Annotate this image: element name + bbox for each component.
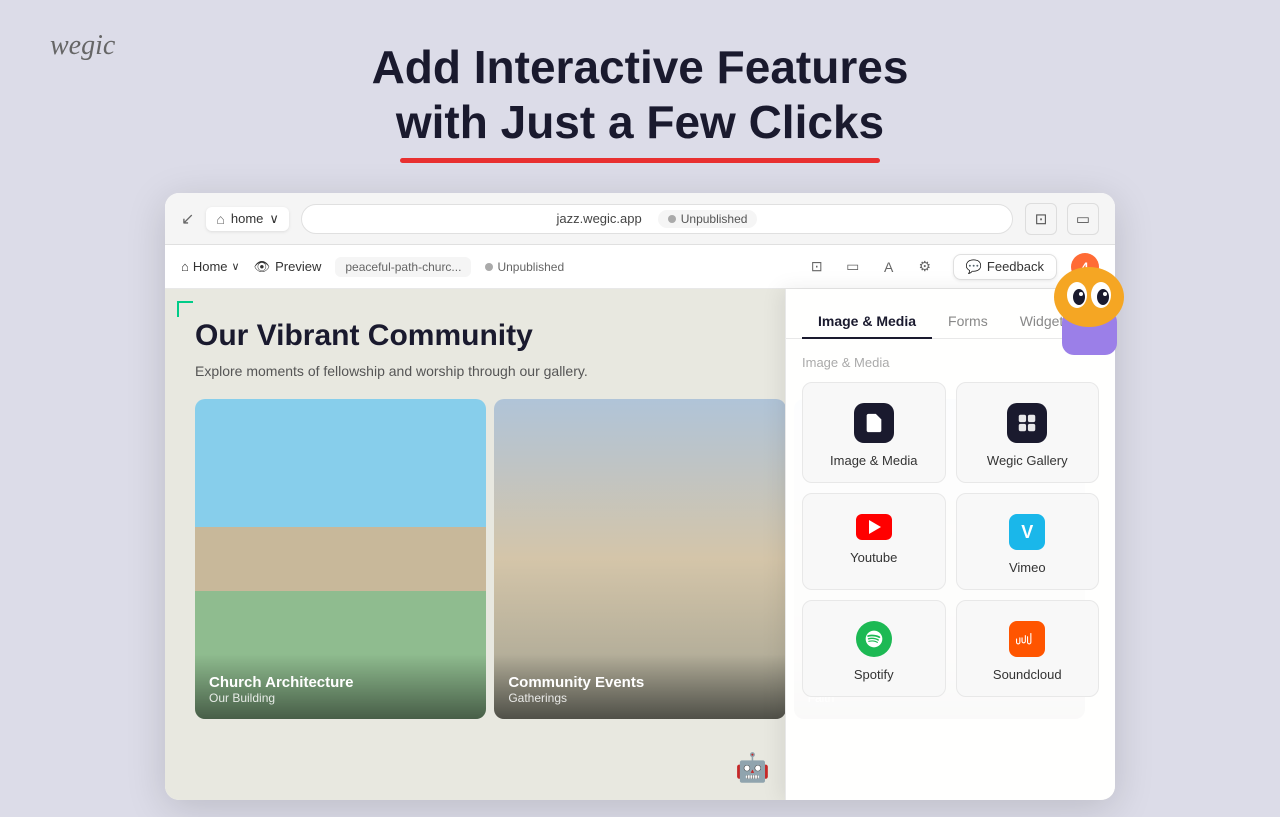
gallery-item-1-title: Church Architecture: [209, 674, 472, 691]
home-icon: ⌂: [216, 211, 224, 227]
mascot-character: [1042, 255, 1132, 360]
inner-font-icon[interactable]: A: [875, 253, 903, 281]
gallery-item-2[interactable]: Community Events Gatherings: [494, 399, 785, 719]
panel-tab-forms[interactable]: Forms: [932, 305, 1004, 339]
browser-tab-chevron: ∨: [269, 211, 279, 227]
panel-overlay: Image & Media Forms Widget Image & Media: [785, 289, 1115, 800]
inner-toolbar: ⌂ Home ∨ 👁 Preview peaceful-path-churc..…: [165, 245, 1115, 289]
hero-line1: Add Interactive Features: [372, 41, 909, 93]
gallery-item-1[interactable]: Church Architecture Our Building: [195, 399, 486, 719]
mascot-bottom-emoji: 🤖: [735, 751, 770, 784]
gallery-item-1-overlay: Church Architecture Our Building: [195, 654, 486, 719]
selection-handle-tl: [177, 301, 193, 317]
page-background: wegic Add Interactive Features with Just…: [0, 0, 1280, 817]
panel-item-wegic-gallery[interactable]: Wegic Gallery: [956, 382, 1100, 483]
panel-item-image-media[interactable]: Image & Media: [802, 382, 946, 483]
browser-tab-home[interactable]: ⌂ home ∨: [206, 207, 289, 231]
gallery-item-2-subtitle: Gatherings: [508, 691, 771, 705]
spotify-icon: [856, 621, 892, 657]
gallery-item-1-subtitle: Our Building: [209, 691, 472, 705]
inner-url-display: peaceful-path-churc...: [335, 257, 471, 277]
browser-mockup: ↙ ⌂ home ∨ jazz.wegic.app Unpublished ⊡ …: [165, 193, 1115, 800]
panel-item-vimeo[interactable]: V Vimeo: [956, 493, 1100, 590]
browser-url-text: jazz.wegic.app: [556, 211, 641, 226]
inner-settings-icon[interactable]: ⚙: [911, 253, 939, 281]
unpublished-label: Unpublished: [681, 212, 748, 226]
panel-item-vimeo-label: Vimeo: [1009, 560, 1046, 575]
hero-line2: with Just a Few Clicks: [396, 96, 884, 148]
browser-tab-home-label: home: [231, 211, 264, 226]
hero-heading: Add Interactive Features with Just a Few…: [372, 40, 909, 163]
panel-item-youtube[interactable]: Youtube: [802, 493, 946, 590]
browser-back-icon[interactable]: ↙: [181, 209, 194, 229]
browser-icons: ⊡ ▭: [1025, 203, 1099, 235]
panel-item-spotify-label: Spotify: [854, 667, 894, 682]
mobile-view-button[interactable]: ▭: [1067, 203, 1099, 235]
wegic-gallery-icon: [1007, 403, 1047, 443]
inner-mobile-icon[interactable]: ▭: [839, 253, 867, 281]
panel-tab-image-media[interactable]: Image & Media: [802, 305, 932, 339]
inner-preview-label: Preview: [275, 259, 321, 274]
inner-unpublished-label: Unpublished: [497, 260, 564, 274]
preview-eye-icon: 👁: [254, 259, 271, 275]
heading-underline: [400, 158, 880, 163]
image-media-icon: [854, 403, 894, 443]
inner-desktop-icon[interactable]: ⊡: [803, 253, 831, 281]
unpublished-dot: [668, 215, 676, 223]
panel-item-image-media-label: Image & Media: [830, 453, 917, 468]
inner-home-chevron: ∨: [232, 260, 240, 273]
desktop-view-button[interactable]: ⊡: [1025, 203, 1057, 235]
inner-home-label: Home: [193, 259, 228, 274]
panel-item-wegic-gallery-label: Wegic Gallery: [987, 453, 1068, 468]
editor-area: ⌂ Home ∨ 👁 Preview peaceful-path-churc..…: [165, 245, 1115, 800]
browser-url-bar[interactable]: jazz.wegic.app Unpublished: [301, 204, 1013, 234]
gallery-item-2-overlay: Community Events Gatherings: [494, 654, 785, 719]
feedback-icon: 💬: [966, 259, 982, 275]
panel-item-spotify[interactable]: Spotify: [802, 600, 946, 697]
browser-chrome: ↙ ⌂ home ∨ jazz.wegic.app Unpublished ⊡ …: [165, 193, 1115, 245]
inner-unpublished-dot: [485, 263, 493, 271]
panel-item-soundcloud[interactable]: Soundcloud: [956, 600, 1100, 697]
unpublished-badge: Unpublished: [658, 210, 758, 228]
soundcloud-icon: [1009, 621, 1045, 657]
panel-items-grid: Image & Media: [802, 382, 1099, 697]
inner-home-button[interactable]: ⌂ Home ∨: [181, 259, 240, 274]
inner-unpublished-badge: Unpublished: [485, 260, 564, 274]
feedback-label: Feedback: [987, 259, 1044, 274]
vimeo-icon: V: [1009, 514, 1045, 550]
wegic-logo: wegic: [50, 30, 115, 62]
panel-item-soundcloud-label: Soundcloud: [993, 667, 1062, 682]
panel-content: Image & Media Image & Media: [786, 339, 1115, 727]
inner-toolbar-icons: ⊡ ▭ A ⚙: [803, 253, 939, 281]
inner-preview-button[interactable]: 👁 Preview: [254, 259, 322, 275]
youtube-icon: [856, 514, 892, 540]
gallery-item-2-title: Community Events: [508, 674, 771, 691]
inner-home-icon: ⌂: [181, 259, 189, 274]
panel-item-youtube-label: Youtube: [850, 550, 897, 565]
